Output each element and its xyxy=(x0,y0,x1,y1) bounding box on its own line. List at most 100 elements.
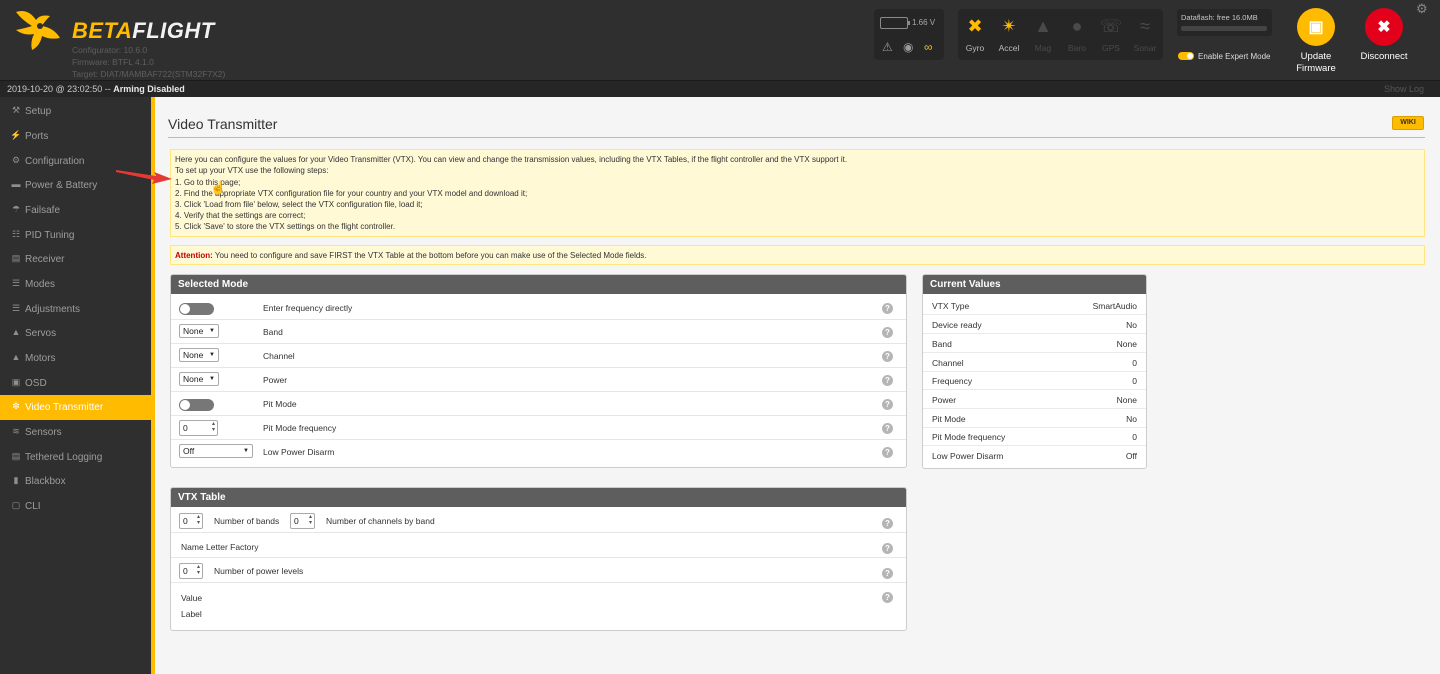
sidebar-item-tethered-logging[interactable]: ▤ Tethered Logging xyxy=(0,445,151,470)
pit-mode-toggle[interactable] xyxy=(179,399,214,411)
wiki-button[interactable]: WIKI xyxy=(1392,116,1424,130)
failsafe-icon: ◉ xyxy=(903,40,914,54)
sidebar-item-pid-tuning[interactable]: ☷ PID Tuning xyxy=(0,223,151,248)
current-value-row: Low Power Disarm Off xyxy=(932,451,1137,461)
update-firmware-label: Update Firmware xyxy=(1296,51,1336,74)
sidebar-item-setup[interactable]: ⚒ Setup xyxy=(0,99,151,124)
current-value-row: VTX Type SmartAudio xyxy=(923,296,1146,315)
dataflash-text: Dataflash: free 16.0MB xyxy=(1181,13,1258,22)
current-value-row: Channel 0 xyxy=(923,353,1146,372)
sidebar-item-receiver[interactable]: ▤ Receiver xyxy=(0,247,151,272)
row-low-power-disarm: Off Low Power Disarm ? xyxy=(171,440,906,464)
sidebar-item-modes[interactable]: ☰ Modes xyxy=(0,272,151,297)
baro-icon: ● xyxy=(1071,16,1083,36)
help-icon[interactable]: ? xyxy=(882,592,893,603)
target-info: Target: DIAT/MAMBAF722(STM32F7X2) xyxy=(72,69,226,79)
gps-icon: ☏ xyxy=(1099,16,1123,36)
note-line: 2. Find the appropriate VTX configuratio… xyxy=(175,189,528,198)
sidebar-item-video-transmitter[interactable]: ✼ Video Transmitter xyxy=(0,395,151,420)
sensor-baro: ● Baro xyxy=(1060,9,1094,60)
usb-icon: ✖ xyxy=(1365,8,1403,46)
warning-icon: ⚠ xyxy=(882,40,893,54)
sidebar-item-blackbox[interactable]: ▮ Blackbox xyxy=(0,469,151,494)
sonar-icon: ≈ xyxy=(1140,16,1150,36)
disconnect-button[interactable]: ✖ Disconnect xyxy=(1353,8,1415,63)
row-pit-mode: Pit Mode ? xyxy=(171,392,906,416)
bee-logo-icon xyxy=(16,11,60,50)
sidebar-item-motors[interactable]: ▲ Motors xyxy=(0,346,151,371)
sidebar-item-failsafe[interactable]: ☂ Failsafe xyxy=(0,198,151,223)
help-icon[interactable]: ? xyxy=(882,423,893,434)
current-value-row: Device ready No xyxy=(923,315,1146,334)
row-channel: None Channel ? xyxy=(171,344,906,368)
sensor-gps: ☏ GPS xyxy=(1094,9,1128,60)
sidebar-item-adjustments[interactable]: ☰ Adjustments xyxy=(0,297,151,322)
attention-note: Attention: You need to configure and sav… xyxy=(170,245,1425,265)
selected-mode-panel: Selected Mode Enter frequency directly ?… xyxy=(170,274,907,468)
selected-mode-header: Selected Mode xyxy=(171,275,906,294)
ports-icon: ⚡ xyxy=(10,130,22,140)
current-values-panel: Current Values VTX Type SmartAudio Device… xyxy=(922,274,1147,469)
enter-frequency-toggle[interactable] xyxy=(179,303,214,315)
parachute-icon: ☂ xyxy=(11,204,21,214)
wrench-icon: ⚒ xyxy=(11,105,21,115)
attention-text: Attention: You need to configure and sav… xyxy=(175,251,647,260)
current-values-header: Current Values xyxy=(923,275,1146,294)
motor-icon: ▲ xyxy=(11,352,21,362)
logging-icon: ▤ xyxy=(11,451,21,461)
vtx-icon: ✼ xyxy=(12,401,20,411)
value-label: Value xyxy=(181,593,203,603)
dataflash-status: Dataflash: free 16.0MB xyxy=(1177,9,1272,36)
help-icon[interactable]: ? xyxy=(882,351,893,362)
number-of-power-levels-input[interactable]: 0 xyxy=(179,563,203,579)
expert-mode-toggle[interactable] xyxy=(1178,52,1194,60)
channel-select[interactable]: None xyxy=(179,348,219,362)
dataflash-bar xyxy=(1181,26,1267,31)
disconnect-label: Disconnect xyxy=(1360,51,1408,62)
sensor-sonar: ≈ Sonar xyxy=(1128,9,1162,60)
help-icon[interactable]: ? xyxy=(882,303,893,314)
row-band: None Band ? xyxy=(171,320,906,344)
help-icon[interactable]: ? xyxy=(882,375,893,386)
status-bar: 2019-10-20 @ 23:02:50 -- Arming Disabled… xyxy=(0,80,1440,97)
sidebar-item-cli[interactable]: ▢ CLI xyxy=(0,494,151,519)
update-firmware-button[interactable]: ▣ Update Firmware xyxy=(1285,8,1347,75)
note-line: 4. Verify that the settings are correct; xyxy=(175,211,306,220)
help-icon[interactable]: ? xyxy=(882,447,893,458)
power-select[interactable]: None xyxy=(179,372,219,386)
sidebar-item-ports[interactable]: ⚡ Ports xyxy=(0,124,151,149)
low-power-disarm-select[interactable]: Off xyxy=(179,444,253,458)
betaflight-logo: BETAFLIGHT Configurator: 10.6.0 Firmware… xyxy=(10,6,250,79)
status-text: 2019-10-20 @ 23:02:50 -- Arming Disabled xyxy=(7,84,185,94)
pit-mode-frequency-input[interactable]: 0 xyxy=(179,420,218,436)
vtx-table-header: VTX Table xyxy=(171,488,906,507)
row-power: None Power ? xyxy=(171,368,906,392)
note-line: Here you can configure the values for yo… xyxy=(175,155,848,164)
band-select[interactable]: None xyxy=(179,324,219,338)
current-value-row: Frequency 0 xyxy=(923,371,1146,390)
show-log-link[interactable]: Show Log xyxy=(1384,84,1424,94)
note-line: To set up your VTX use the following ste… xyxy=(175,166,329,175)
main-content: Video Transmitter WIKI Here you can conf… xyxy=(155,97,1440,674)
help-icon[interactable]: ? xyxy=(882,399,893,410)
sidebar-item-sensors[interactable]: ≋ Sensors xyxy=(0,420,151,445)
settings-gear-icon[interactable]: ⚙ xyxy=(1416,1,1428,17)
help-icon[interactable]: ? xyxy=(882,518,893,529)
sensor-accel: ✴ Accel xyxy=(992,9,1026,60)
blackbox-icon: ▮ xyxy=(13,475,19,485)
gyro-icon: ✖ xyxy=(967,16,983,36)
sidebar-item-servos[interactable]: ▲ Servos xyxy=(0,321,151,346)
expert-mode-label: Enable Expert Mode xyxy=(1198,52,1271,61)
help-icon[interactable]: ? xyxy=(882,568,893,579)
help-icon[interactable]: ? xyxy=(882,543,893,554)
red-arrow-annotation xyxy=(116,170,172,184)
help-icon[interactable]: ? xyxy=(882,327,893,338)
sidebar-item-osd[interactable]: ▣ OSD xyxy=(0,371,151,396)
row-power-levels: 0 Number of power levels ? xyxy=(171,559,906,583)
note-line-link[interactable]: 1. Go to this page; xyxy=(175,178,240,187)
link-icon: ∞ xyxy=(924,40,933,54)
sensor-mag: ▲ Mag xyxy=(1026,9,1060,60)
number-of-channels-input[interactable]: 0 xyxy=(290,513,315,529)
modes-icon: ☰ xyxy=(11,278,21,288)
number-of-bands-input[interactable]: 0 xyxy=(179,513,203,529)
